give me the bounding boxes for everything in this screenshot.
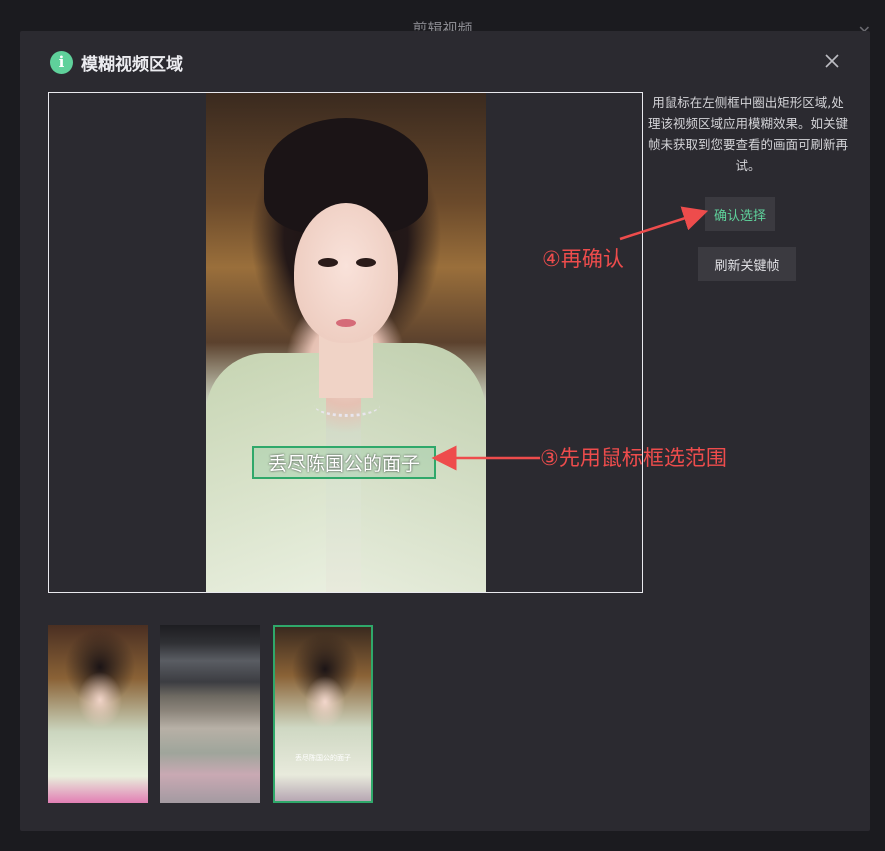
info-icon: i <box>50 50 73 74</box>
video-preview-canvas[interactable]: 丢尽陈国公的面子 <box>48 92 643 593</box>
close-button[interactable] <box>822 51 842 71</box>
blur-region-dialog: i 模糊视频区域 丢尽陈国公的面子 用鼠标在左侧框中圈出矩形区域,处理该视频区域… <box>20 31 870 831</box>
close-icon <box>825 54 839 68</box>
keyframe-thumbnail[interactable] <box>160 625 260 803</box>
selection-rectangle[interactable]: 丢尽陈国公的面子 <box>252 446 436 479</box>
dialog-title: 模糊视频区域 <box>81 54 183 75</box>
frame-necklace <box>314 393 380 417</box>
confirm-selection-button[interactable]: 确认选择 <box>705 197 775 231</box>
thumbnail-subtitle: 丢尽陈国公的面子 <box>295 754 351 762</box>
video-keyframe[interactable]: 丢尽陈国公的面子 <box>206 93 486 592</box>
keyframe-thumbnail[interactable] <box>48 625 148 803</box>
keyframe-thumbnail-selected[interactable]: 丢尽陈国公的面子 <box>273 625 373 803</box>
dialog-header: i 模糊视频区域 <box>50 49 183 75</box>
frame-eye-right <box>356 258 376 267</box>
frame-mouth <box>336 319 356 327</box>
frame-eye-left <box>318 258 338 267</box>
annotation-step4: ④再确认 <box>542 247 624 271</box>
instructions-text: 用鼠标在左侧框中圈出矩形区域,处理该视频区域应用模糊效果。如关键帧未获取到您要查… <box>648 95 849 173</box>
annotation-step3: ③先用鼠标框选范围 <box>540 446 727 470</box>
refresh-keyframes-button[interactable]: 刷新关键帧 <box>698 247 796 281</box>
